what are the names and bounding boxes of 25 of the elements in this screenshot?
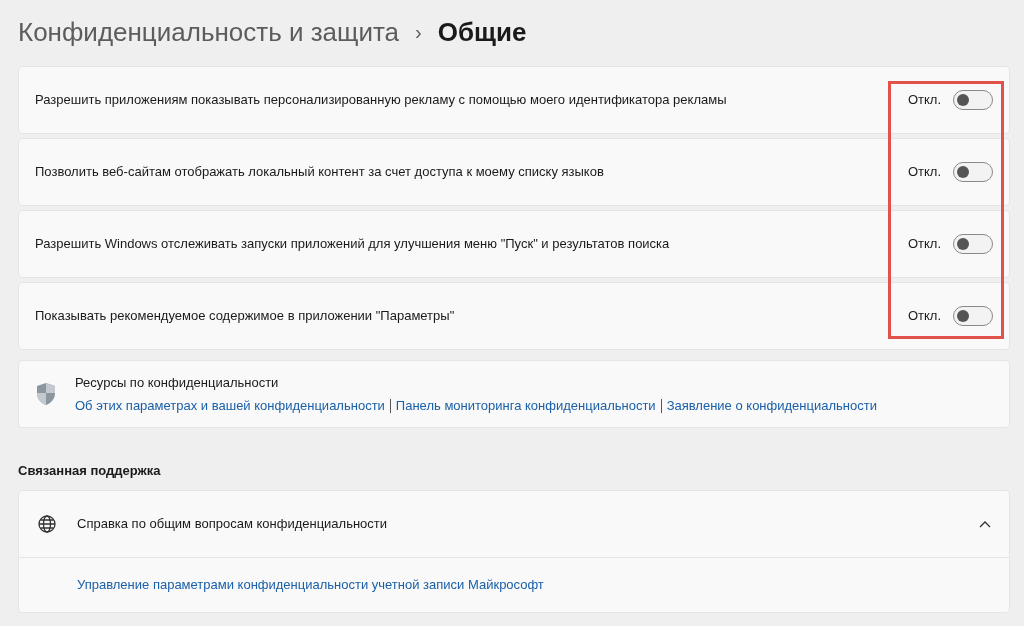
- resources-title: Ресурсы по конфиденциальности: [75, 373, 280, 392]
- section-heading: Связанная поддержка: [18, 462, 162, 480]
- toggle-switch[interactable]: [953, 90, 993, 110]
- privacy-link[interactable]: Об этих параметрах и вашей конфиденциальности: [75, 396, 385, 416]
- shield-icon: [35, 382, 57, 406]
- toggle-switch[interactable]: [953, 162, 993, 182]
- breadcrumb-separator: ›: [415, 20, 422, 45]
- setting-label: Разрешить Windows отслеживать запуски приложений для улучшения меню "Пуск" и результатов поиска: [35, 235, 671, 254]
- toggle-state: Откл.: [907, 91, 941, 110]
- account-link[interactable]: Управление параметрами конфиденциальности учетной записи Майкрософт: [77, 574, 544, 595]
- page-title: Общие: [437, 15, 527, 49]
- toggle-state: Откл.: [907, 235, 941, 254]
- toggle-switch[interactable]: [953, 306, 993, 326]
- setting-label: Разрешить приложениям показывать персонализированную рекламу с помощью моего идентификатора рекламы: [35, 91, 728, 110]
- toggle-state: Откл.: [907, 307, 941, 326]
- globe-icon: [37, 513, 57, 534]
- setting-label: Позволить веб-сайтам отображать локальный контент за счет доступа к моему списку языков: [35, 163, 605, 182]
- privacy-link[interactable]: Заявление о конфиденциальности: [666, 396, 877, 416]
- support-header[interactable]: Справка по общим вопросам конфиденциальности: [19, 490, 1009, 557]
- support-title: Справка по общим вопросам конфиденциальности: [77, 514, 389, 533]
- toggle-state: Откл.: [907, 163, 941, 182]
- breadcrumb-parent[interactable]: Конфиденциальность и защита: [18, 12, 400, 52]
- setting-label: Показывать рекомендуемое содержимое в приложении "Параметры": [35, 307, 456, 326]
- privacy-link[interactable]: Панель мониторинга конфиденциальности: [395, 396, 656, 416]
- toggle-switch[interactable]: [953, 234, 993, 254]
